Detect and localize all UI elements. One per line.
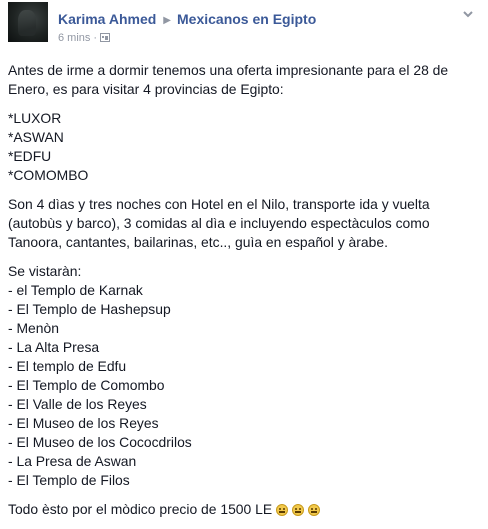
text-line: Antes de irme a dormir tenemos una ofert…: [8, 62, 449, 78]
list-item: - El Templo de Filos: [8, 472, 130, 488]
post-paragraph: Son 4 dìas y tres noches con Hotel en el…: [8, 195, 480, 252]
post-timestamp[interactable]: 6 mins: [58, 32, 90, 44]
list-item: - El templo de Edfu: [8, 358, 127, 374]
text-line: *ASWAN: [8, 129, 64, 145]
closing-text: Todo èsto por el mòdico precio de 1500 L…: [8, 501, 273, 517]
post-meta: 6 mins ·: [58, 32, 111, 44]
list-item: - La Alta Presa: [8, 339, 100, 355]
post-title: Karima Ahmed ▶ Mexicanos en Egipto: [58, 11, 316, 27]
text-line: (autobùs y barco), 3 comidas al dìa e in…: [8, 215, 430, 231]
list-item: - El Museo de los Reyes: [8, 415, 159, 431]
list-item: - La Presa de Aswan: [8, 453, 137, 469]
text-line: *COMOMBO: [8, 167, 89, 183]
post-body: Antes de irme a dormir tenemos una ofert…: [8, 61, 480, 529]
text-line: Se vistaràn:: [8, 263, 82, 279]
post-closing: Todo èsto por el mòdico precio de 1500 L…: [8, 500, 480, 519]
group-link[interactable]: Mexicanos en Egipto: [177, 11, 316, 27]
list-item: - el Templo de Karnak: [8, 282, 143, 298]
list-item: - El Templo de Hashepsup: [8, 301, 171, 317]
list-item: - Menòn: [8, 320, 59, 336]
list-item: - El Valle de los Reyes: [8, 396, 147, 412]
facebook-post: Karima Ahmed ▶ Mexicanos en Egipto 6 mins ·…: [0, 0, 488, 517]
grimace-emoji-icon: [308, 504, 321, 516]
grimace-emoji-icon: [292, 504, 305, 516]
arrow-right-icon: ▶: [163, 15, 171, 26]
author-avatar[interactable]: [8, 2, 48, 42]
grimace-emoji-icon: [276, 504, 289, 516]
meta-separator: ·: [93, 32, 98, 44]
text-line: Enero, es para visitar 4 provincias de E…: [8, 81, 284, 97]
list-item: - El Museo de los Cococdrilos: [8, 434, 192, 450]
text-line: Son 4 dìas y tres noches con Hotel en el…: [8, 196, 430, 212]
post-paragraph: Antes de irme a dormir tenemos una ofert…: [8, 61, 480, 99]
post-header: Karima Ahmed ▶ Mexicanos en Egipto 6 mins ·: [8, 2, 480, 48]
text-line: Tanoora, cantantes, bailarinas, etc.., g…: [8, 234, 388, 250]
author-link[interactable]: Karima Ahmed: [58, 11, 156, 27]
group-audience-icon[interactable]: [100, 33, 111, 42]
post-paragraph: Se vistaràn: - el Templo de Karnak - El …: [8, 262, 480, 490]
text-line: *EDFU: [8, 148, 52, 164]
chevron-down-icon[interactable]: [462, 8, 474, 20]
post-paragraph: *LUXOR *ASWAN *EDFU *COMOMBO: [8, 109, 480, 185]
text-line: *LUXOR: [8, 110, 62, 126]
list-item: - El Templo de Comombo: [8, 377, 165, 393]
